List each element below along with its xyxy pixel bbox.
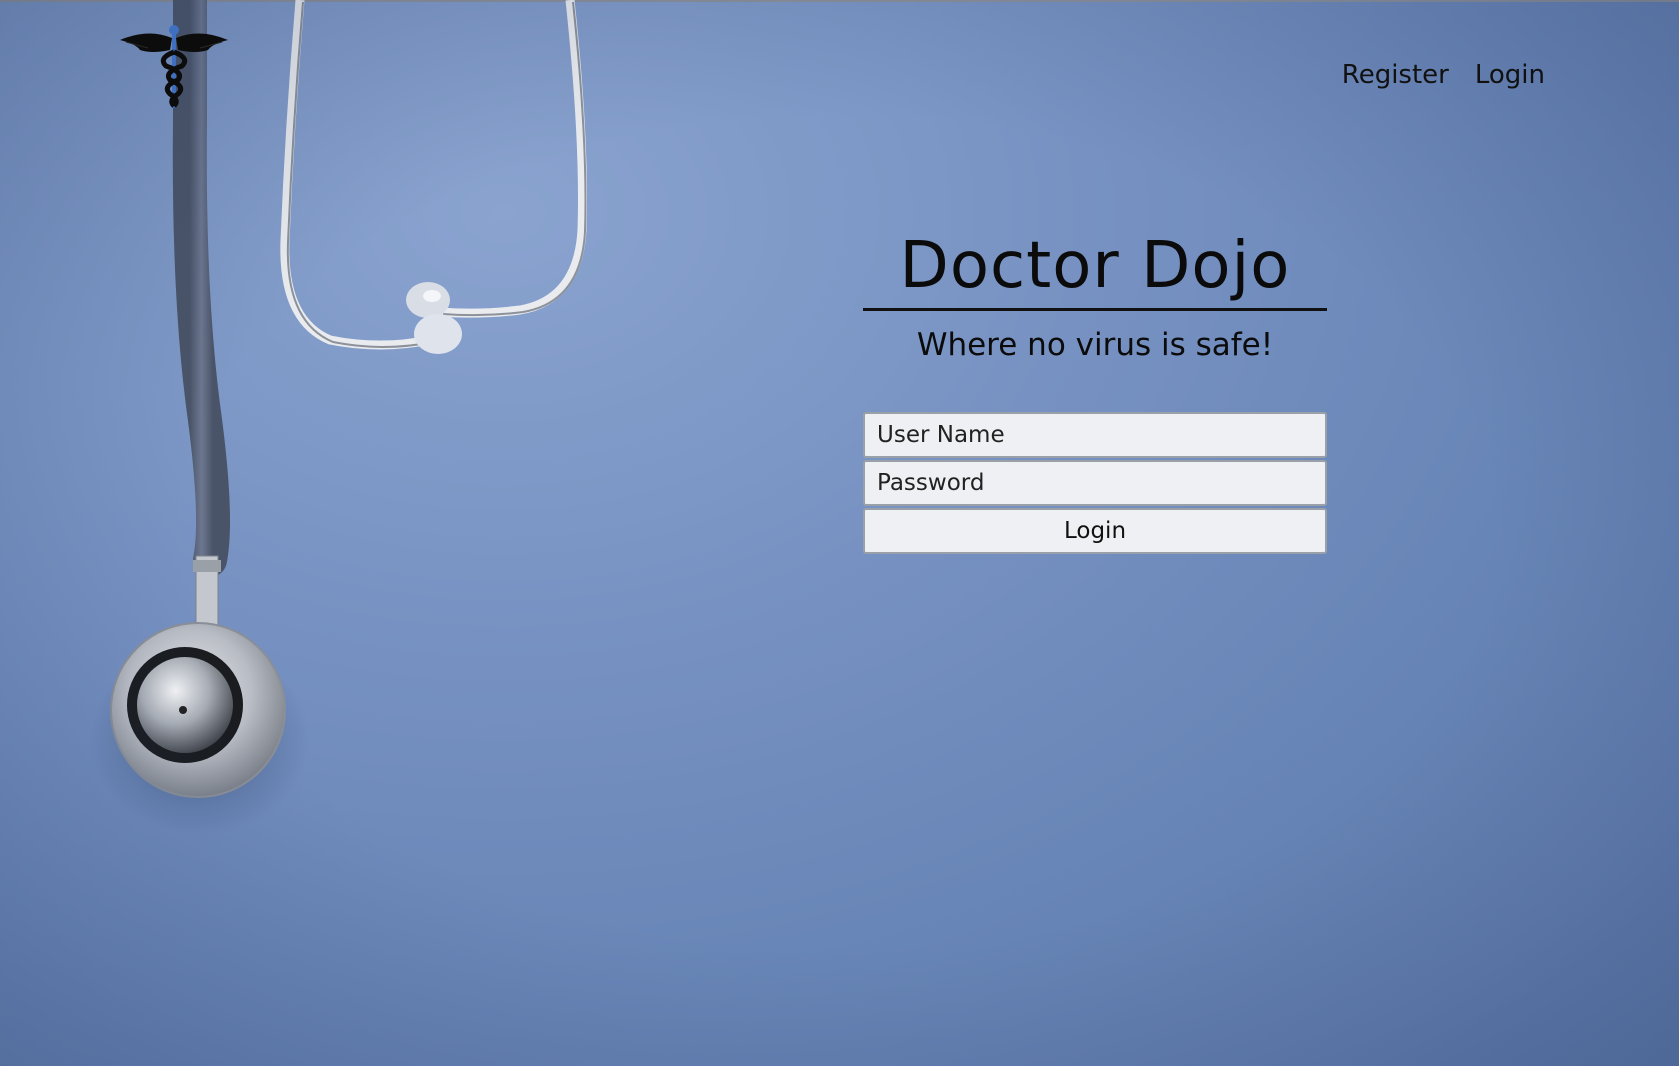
login-link[interactable]: Login (1475, 60, 1545, 90)
login-form: Login (863, 412, 1327, 554)
page: Register Login Doctor Dojo Where no viru… (0, 0, 1679, 1066)
login-button[interactable]: Login (863, 508, 1327, 554)
caduceus-icon (120, 25, 228, 108)
register-link[interactable]: Register (1342, 60, 1449, 90)
top-nav: Register Login (1342, 60, 1545, 90)
username-input[interactable] (863, 412, 1327, 458)
password-input[interactable] (863, 460, 1327, 506)
stethoscope-image (90, 0, 587, 835)
page-subtitle: Where no virus is safe! (916, 327, 1274, 363)
title-underline (863, 308, 1327, 311)
hero: Doctor Dojo Where no virus is safe! (863, 226, 1327, 365)
page-title: Doctor Dojo (899, 229, 1291, 303)
